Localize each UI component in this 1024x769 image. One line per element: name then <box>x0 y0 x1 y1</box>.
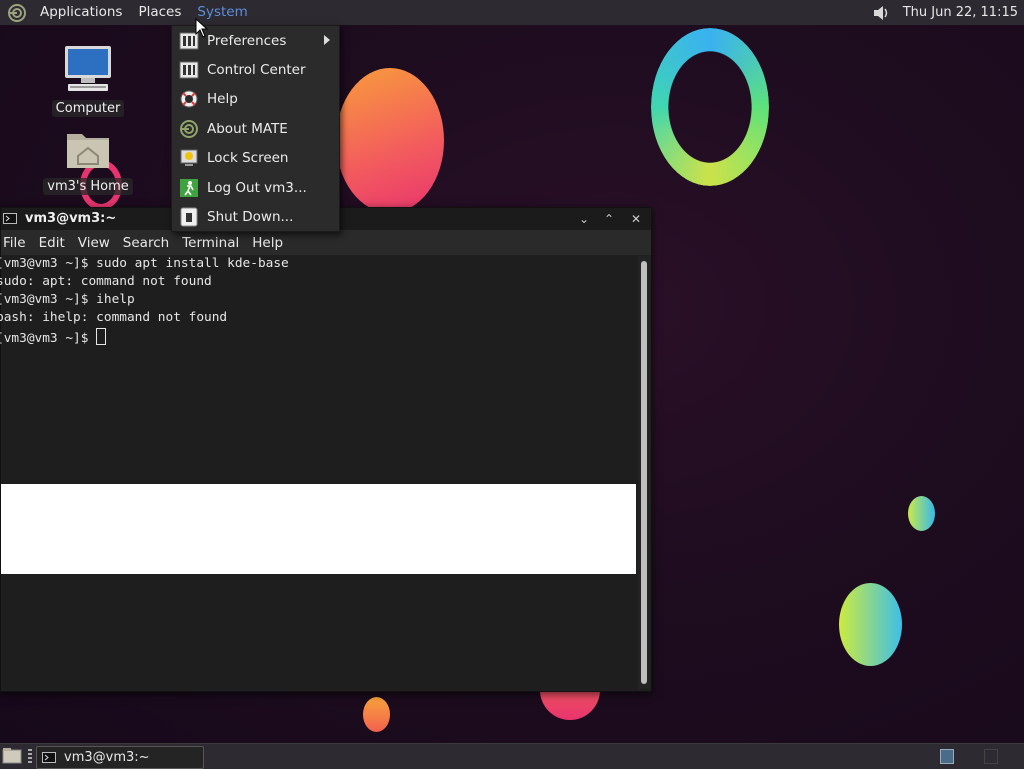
notification-area: Thu Jun 22, 11:15 <box>871 0 1024 25</box>
menu-item-label: About MATE <box>207 120 288 137</box>
menu-item-label: Preferences <box>207 32 287 49</box>
menu-item-label: Log Out vm3... <box>207 179 307 196</box>
terminal-line: [vm3@vm3 ~]$ sudo apt install kde-base <box>0 256 289 271</box>
workspace-1[interactable] <box>940 749 954 764</box>
wallpaper-shape <box>336 68 444 213</box>
help-icon <box>180 90 198 108</box>
clock[interactable]: Thu Jun 22, 11:15 <box>897 5 1024 20</box>
bottom-panel: vm3@vm3:~ <box>0 743 1024 769</box>
terminal-output[interactable]: [vm3@vm3 ~]$ sudo apt install kde-base s… <box>0 256 637 689</box>
text-cursor <box>96 328 107 345</box>
menu-item-label: Control Center <box>207 62 306 79</box>
desktop-icon-label: vm3's Home <box>43 178 133 195</box>
menu-item-control-center[interactable]: Control Center <box>172 55 339 84</box>
menu-item-label: Lock Screen <box>207 150 289 167</box>
wallpaper-shape <box>839 583 902 666</box>
wallpaper-ring <box>651 28 769 186</box>
system-dropdown-menu: Preferences Control Center Help About MA… <box>171 25 340 232</box>
computer-icon <box>65 46 111 91</box>
volume-icon[interactable] <box>871 3 891 23</box>
terminal-line: bash: ihelp: command not found <box>0 310 228 325</box>
taskbar-button-label: vm3@vm3:~ <box>64 750 150 765</box>
menu-view[interactable]: View <box>76 235 119 251</box>
terminal-line: [vm3@vm3 ~]$ ihelp <box>0 292 135 307</box>
maximize-button[interactable]: ⌃ <box>600 210 618 228</box>
workspace-2[interactable] <box>984 749 998 764</box>
home-folder-icon <box>67 134 109 168</box>
terminal-prompt: [vm3@vm3 ~]$ <box>0 331 97 346</box>
desktop-icon-computer[interactable]: Computer <box>43 44 133 117</box>
scrollbar-thumb[interactable] <box>641 261 647 684</box>
applications-menu[interactable]: Applications <box>32 0 130 25</box>
menu-item-shut-down[interactable]: Shut Down... <box>172 202 339 231</box>
terminal-scrollbar[interactable] <box>638 256 650 689</box>
menu-help[interactable]: Help <box>250 235 292 251</box>
terminal-window: vm3@vm3:~ ⌄ ⌃ ✕ File Edit View Search Te… <box>0 207 652 692</box>
submenu-arrow-icon <box>324 35 330 45</box>
menu-item-label: Shut Down... <box>207 209 294 226</box>
menu-file[interactable]: File <box>1 235 35 251</box>
about-mate-icon <box>180 119 198 138</box>
show-desktop-icon[interactable] <box>2 747 22 765</box>
terminal-menubar: File Edit View Search Terminal Help <box>1 230 651 255</box>
wallpaper-shape <box>363 697 390 732</box>
top-panel: Applications Places System Thu Jun 22, 1… <box>0 0 1024 25</box>
terminal-icon <box>3 213 17 224</box>
mate-logo-icon[interactable] <box>7 3 27 23</box>
window-title: vm3@vm3:~ <box>25 211 117 226</box>
desktop-icon-label: Computer <box>51 100 125 117</box>
panel-drag-handle[interactable] <box>28 749 32 764</box>
menu-search[interactable]: Search <box>121 235 178 251</box>
menu-item-lock-screen[interactable]: Lock Screen <box>172 144 339 173</box>
lock-screen-icon <box>180 149 198 167</box>
menu-item-label: Help <box>207 91 238 108</box>
log-out-icon <box>180 178 198 197</box>
menu-item-about-mate[interactable]: About MATE <box>172 114 339 143</box>
rendering-artifact <box>1 484 636 574</box>
shut-down-icon <box>180 207 198 227</box>
menu-item-help[interactable]: Help <box>172 85 339 114</box>
mouse-cursor-icon <box>195 18 209 38</box>
control-center-icon <box>179 61 199 79</box>
terminal-line: sudo: apt: command not found <box>0 274 212 289</box>
close-button[interactable]: ✕ <box>627 210 645 228</box>
minimize-button[interactable]: ⌄ <box>575 210 593 228</box>
menu-terminal[interactable]: Terminal <box>180 235 248 251</box>
taskbar-button-terminal[interactable]: vm3@vm3:~ <box>36 746 204 769</box>
menu-edit[interactable]: Edit <box>37 235 74 251</box>
places-menu[interactable]: Places <box>130 0 189 25</box>
desktop-icon-home[interactable]: vm3's Home <box>43 128 133 195</box>
menu-item-log-out[interactable]: Log Out vm3... <box>172 173 339 202</box>
terminal-prompt-line: [vm3@vm3 ~]$ <box>0 328 107 346</box>
terminal-icon <box>42 752 56 763</box>
wallpaper-shape <box>908 496 935 531</box>
